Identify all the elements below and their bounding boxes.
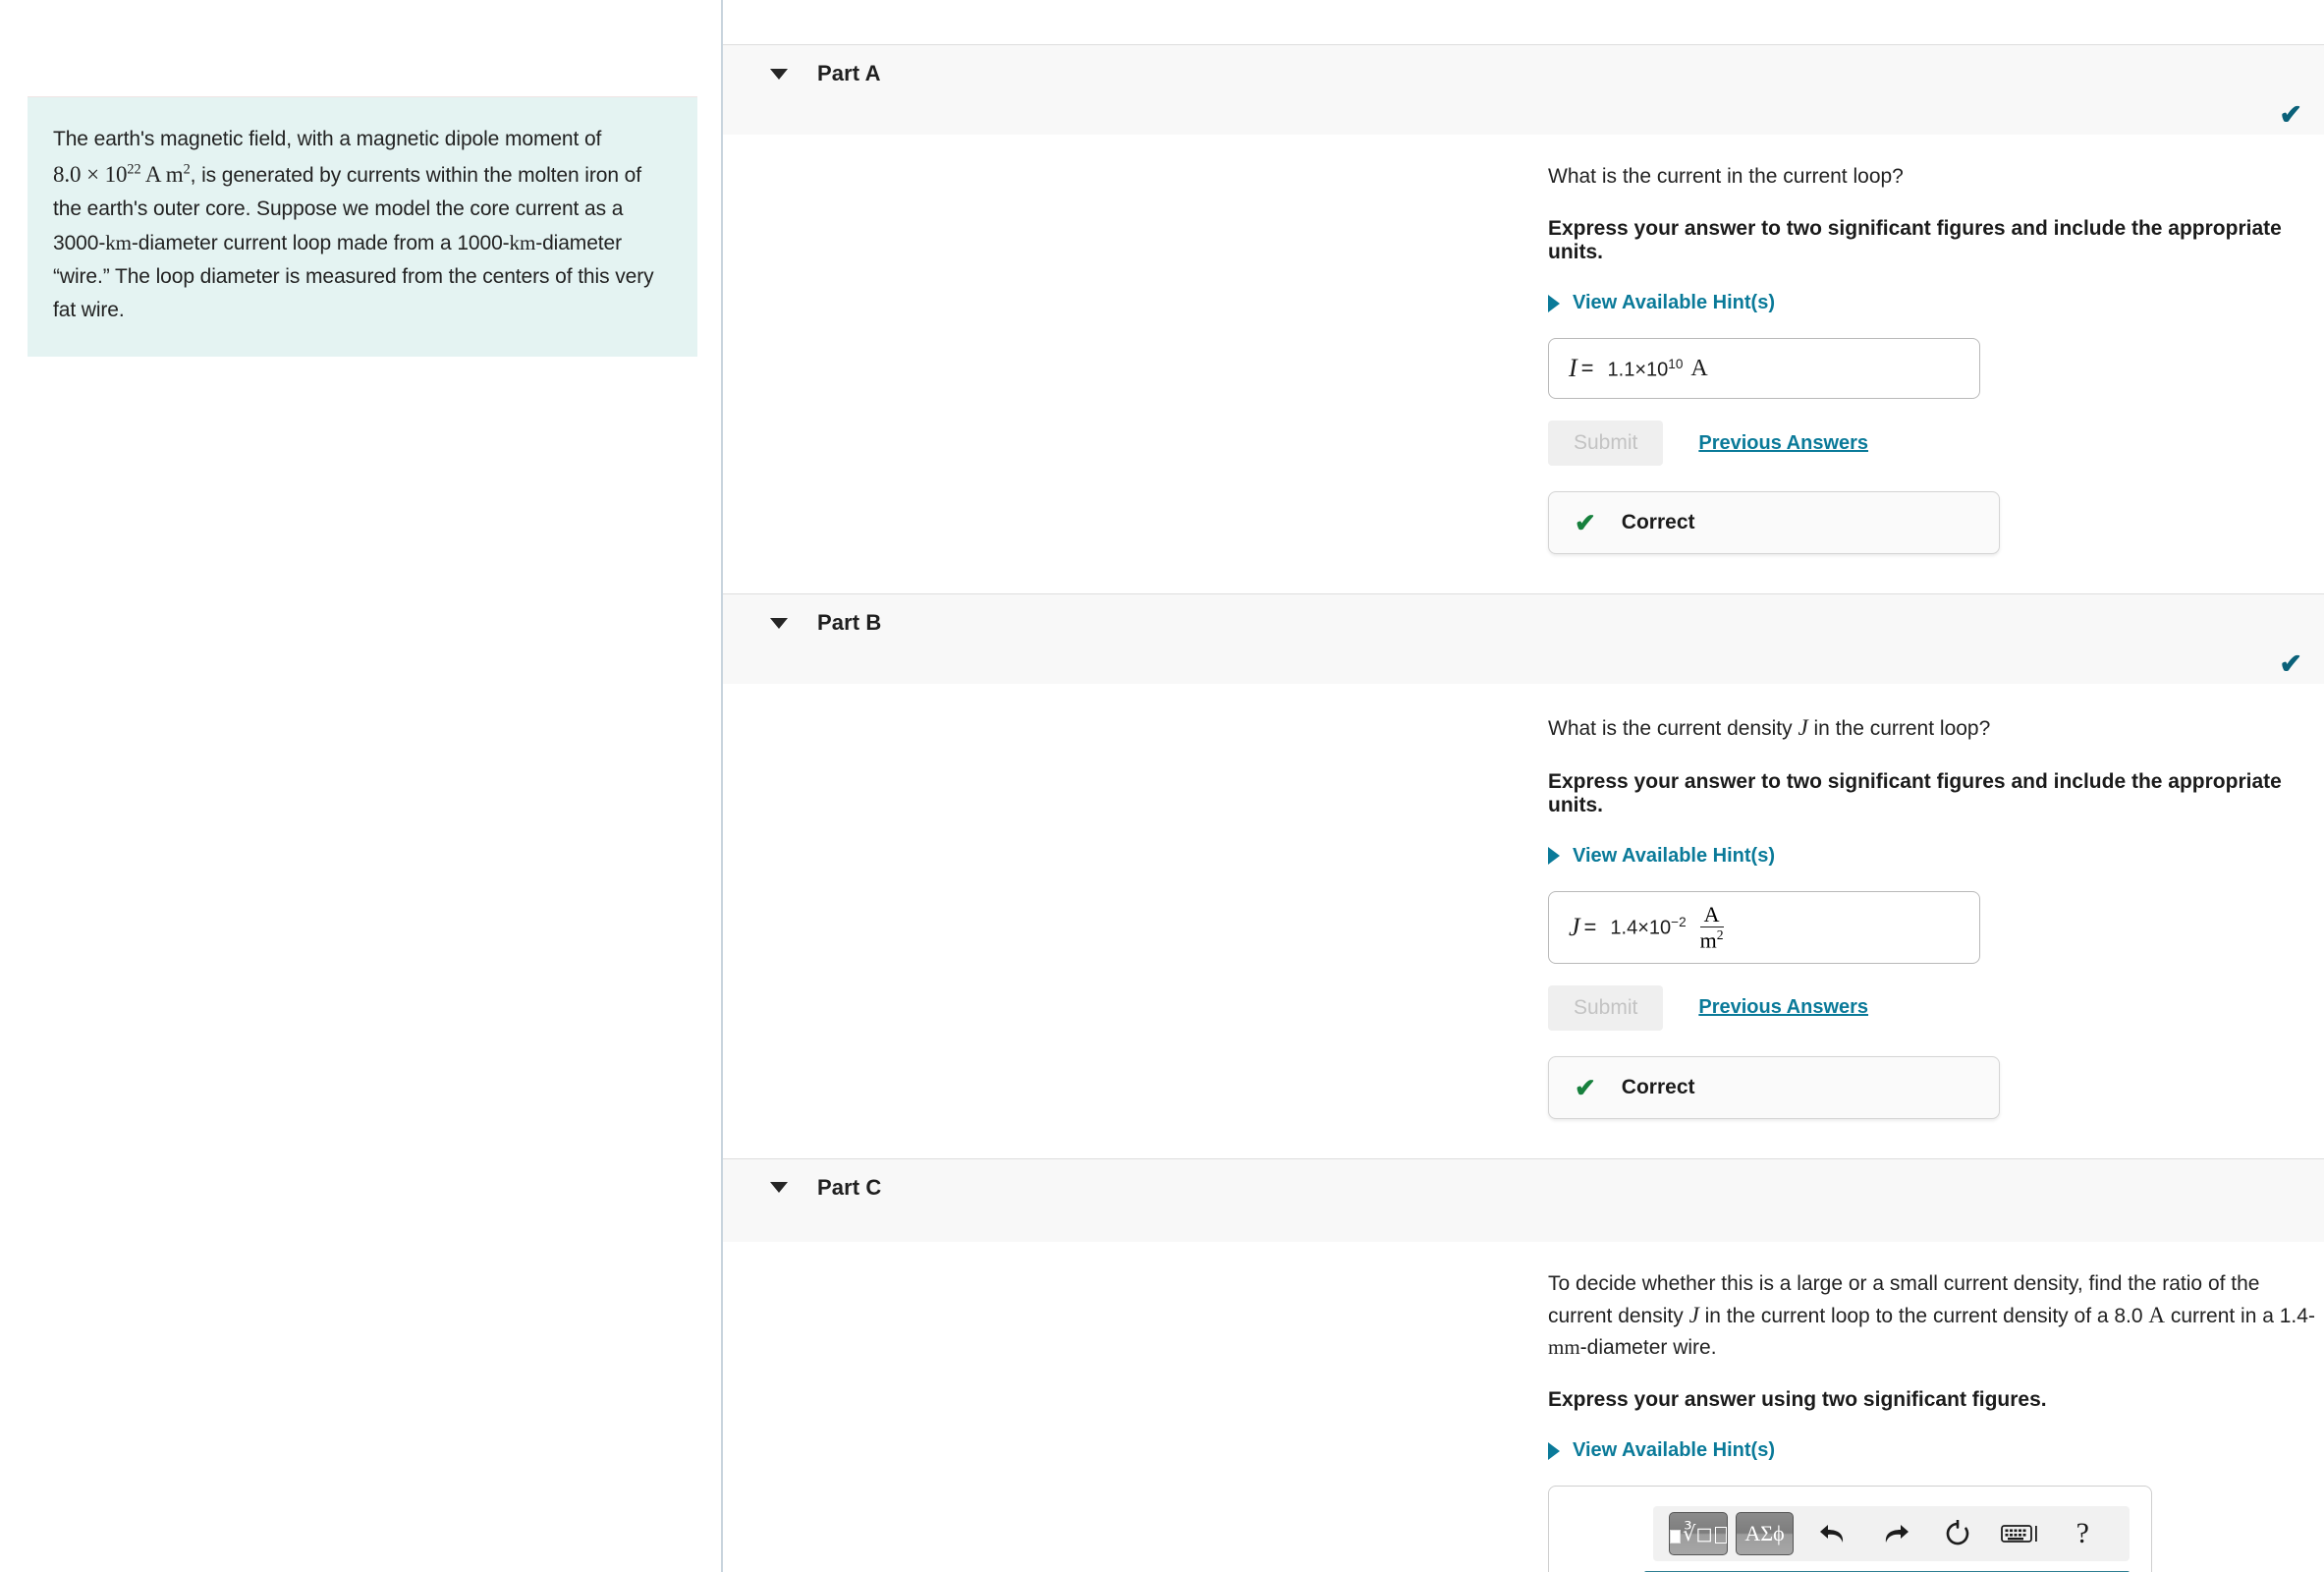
part-b-unit-denominator: m2 — [1699, 927, 1724, 953]
part-c-hints-toggle[interactable]: View Available Hint(s) — [1548, 1439, 1775, 1462]
chevron-down-icon[interactable] — [770, 1182, 788, 1194]
part-b-answer-variable: J — [1569, 912, 1580, 941]
parts-panel: Part A ✔ What is the current in the curr… — [723, 0, 2324, 1572]
undo-icon[interactable] — [1810, 1512, 1855, 1555]
page-root: The earth's magnetic field, with a magne… — [0, 0, 2324, 1572]
part-a-header-inner: Part A — [723, 45, 2324, 96]
part-a-complete-check-icon: ✔ — [2279, 99, 2302, 130]
keyboard-icon[interactable] — [1998, 1512, 2043, 1555]
math-toolbar: ∛◻ ΑΣϕ ? — [1653, 1506, 2130, 1562]
part-c-title: Part C — [817, 1174, 882, 1200]
chevron-right-icon — [1548, 1441, 1560, 1460]
part-b-header-inner: Part B — [723, 594, 2324, 646]
part-c-hints-label: View Available Hint(s) — [1573, 1439, 1775, 1462]
part-c-unit-mm: mm — [1548, 1334, 1580, 1359]
dipole-moment-math: 8.0 × 1022 A m2 — [53, 161, 191, 188]
reset-icon[interactable] — [1935, 1512, 1980, 1555]
part-b-unit-numerator: A — [1699, 903, 1724, 928]
part-b-hints-toggle[interactable]: View Available Hint(s) — [1548, 845, 1775, 868]
part-a-previous-answers-link[interactable]: Previous Answers — [1698, 432, 1868, 455]
part-b-feedback-correct: ✔ Correct — [1548, 1055, 2000, 1119]
top-spacer — [723, 0, 2324, 44]
template-radical-icon: ∛◻ — [1670, 1521, 1727, 1545]
part-a-feedback-label: Correct — [1621, 511, 1695, 534]
part-b-title: Part B — [817, 610, 882, 636]
part-a-question: What is the current in the current loop? — [1548, 165, 1904, 188]
unit-km-1: km — [105, 231, 132, 255]
keyboard-svg — [2000, 1525, 2037, 1544]
template-box-glyph — [1670, 1529, 1681, 1544]
part-b-question-variable: J — [1798, 715, 1808, 741]
problem-statement-card: The earth's magnetic field, with a magne… — [28, 96, 697, 358]
part-c-header-inner: Part C — [723, 1159, 2324, 1210]
redo-svg — [1885, 1525, 1909, 1544]
part-c-question-post: -diameter wire. — [1579, 1335, 1717, 1359]
part-c-header[interactable]: Part C — [723, 1157, 2324, 1242]
part-a-answer-variable: I — [1569, 354, 1577, 383]
undo-svg — [1820, 1525, 1844, 1544]
part-a-hints-label: View Available Hint(s) — [1573, 292, 1775, 314]
part-a-action-row: Submit Previous Answers — [1548, 421, 2324, 467]
template-box-outline-glyph — [1714, 1526, 1727, 1544]
redo-icon[interactable] — [1873, 1512, 1918, 1555]
part-b-instruction: Express your answer to two significant f… — [1548, 769, 2282, 816]
part-b-answer-value: 1.4×10−2 — [1610, 915, 1687, 939]
part-c-question-mid2: current in a 1.4- — [2165, 1305, 2315, 1328]
chevron-down-icon[interactable] — [770, 68, 788, 80]
part-a-hints-toggle[interactable]: View Available Hint(s) — [1548, 292, 1775, 314]
check-icon: ✔ — [1575, 508, 1596, 538]
part-a-title: Part A — [817, 61, 881, 85]
part-c-body: To decide whether this is a large or a s… — [723, 1242, 2324, 1572]
chevron-right-icon — [1548, 847, 1560, 866]
part-b-answer-equals: = — [1583, 914, 1597, 939]
part-a-header[interactable]: Part A ✔ — [723, 44, 2324, 135]
part-c-unit-ampere: A — [2148, 1303, 2166, 1328]
chevron-right-icon — [1548, 294, 1560, 312]
check-icon: ✔ — [1575, 1072, 1596, 1102]
problem-mid-text-2: -diameter current loop made from a 1000- — [131, 232, 510, 255]
part-b-question-post: in the current loop? — [1807, 717, 1991, 741]
radical-glyph: ∛◻ — [1683, 1521, 1713, 1545]
problem-statement-text: The earth's magnetic field, with a magne… — [53, 123, 672, 327]
problem-statement-panel: The earth's magnetic field, with a magne… — [0, 0, 723, 1572]
part-c-instruction: Express your answer using two significan… — [1548, 1388, 2047, 1412]
help-icon[interactable]: ? — [2060, 1512, 2105, 1555]
part-a-answer-unit: A — [1690, 355, 1708, 381]
greek-symbols-button[interactable]: ΑΣϕ — [1735, 1512, 1795, 1556]
part-b-question-pre: What is the current density — [1548, 717, 1798, 741]
part-b-answer-field[interactable]: J = 1.4×10−2 A m2 — [1548, 890, 1980, 964]
part-b-question: What is the current density J in the cur… — [1548, 711, 2324, 744]
part-b-answer-unit-fraction: A m2 — [1696, 903, 1728, 952]
part-b-feedback-label: Correct — [1621, 1075, 1695, 1098]
part-a-answer-field[interactable]: I = 1.1×1010 A — [1548, 338, 1980, 400]
part-a-submit-button[interactable]: Submit — [1548, 421, 1664, 467]
part-b-hints-label: View Available Hint(s) — [1573, 844, 1775, 867]
reset-svg — [1946, 1520, 1969, 1545]
part-c-math-editor: ∛◻ ΑΣϕ ? — [1548, 1486, 2152, 1572]
part-b-header[interactable]: Part B ✔ — [723, 593, 2324, 685]
greek-symbols-label: ΑΣϕ — [1744, 1521, 1785, 1546]
part-a-instruction: Express your answer to two significant f… — [1548, 217, 2282, 264]
part-b-complete-check-icon: ✔ — [2279, 648, 2302, 680]
part-a-body: What is the current in the current loop?… — [723, 135, 2324, 593]
part-b-previous-answers-link[interactable]: Previous Answers — [1698, 996, 1868, 1019]
part-a-answer-value: 1.1×1010 — [1607, 356, 1684, 381]
unit-km-2: km — [509, 231, 536, 255]
part-a-answer-equals: = — [1580, 356, 1594, 381]
part-c-question-mid: in the current loop to the current densi… — [1698, 1305, 2149, 1328]
chevron-down-icon[interactable] — [770, 617, 788, 629]
part-a-feedback-correct: ✔ Correct — [1548, 491, 2000, 555]
template-radical-button[interactable]: ∛◻ — [1669, 1512, 1728, 1556]
problem-lead-text: The earth's magnetic field, with a magne… — [53, 128, 602, 150]
part-b-action-row: Submit Previous Answers — [1548, 984, 2324, 1031]
part-b-body: What is the current density J in the cur… — [723, 684, 2324, 1157]
part-b-submit-button[interactable]: Submit — [1548, 984, 1664, 1031]
part-c-question-variable: J — [1688, 1303, 1699, 1328]
part-c-question: To decide whether this is a large or a s… — [1548, 1269, 2324, 1363]
